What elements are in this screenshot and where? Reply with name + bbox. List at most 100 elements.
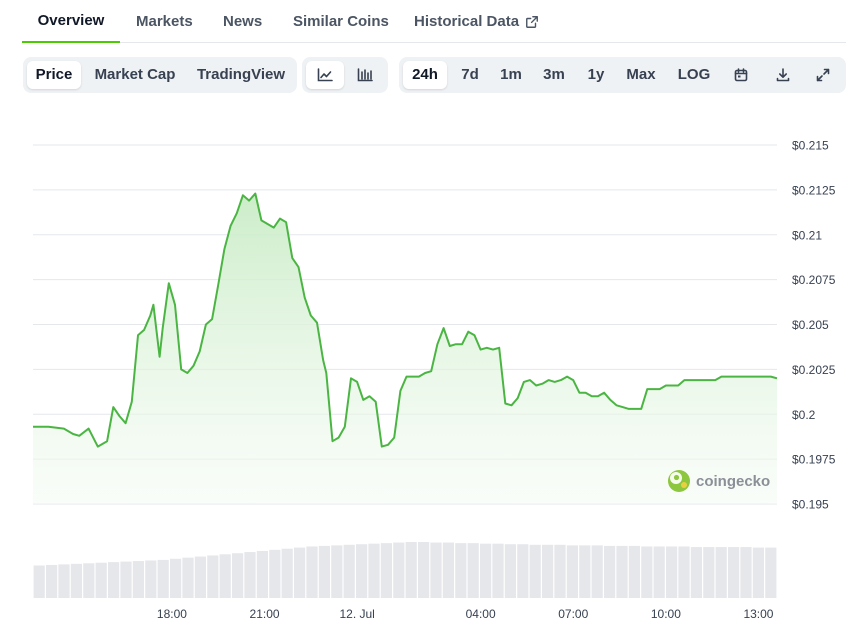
tab-markets[interactable]: Markets [136, 0, 193, 43]
y-tick-label: $0.2075 [792, 273, 836, 287]
volume-bar [628, 545, 640, 598]
y-tick-label: $0.205 [792, 318, 829, 332]
volume-bar [566, 545, 578, 598]
volume-bar [740, 547, 752, 598]
volume-bar [83, 563, 95, 598]
log-scale-button[interactable]: LOG [671, 61, 717, 89]
volume-bar [542, 544, 554, 598]
y-tick-label: $0.2025 [792, 363, 836, 377]
candlestick-chart-icon [357, 68, 373, 82]
range-3m-button[interactable]: 3m [535, 61, 573, 89]
volume-bar [207, 555, 219, 598]
range-24h-button[interactable]: 24h [403, 61, 447, 89]
range-1m-button[interactable]: 1m [493, 61, 529, 89]
volume-bar [529, 544, 541, 598]
price-chart[interactable]: $0.195 $0.1975 $0.2 $0.2025 $0.205 $0.2075 $0.… [0, 100, 859, 642]
volume-bar [653, 546, 665, 598]
volume-bar [356, 544, 368, 598]
volume-bar [517, 544, 529, 598]
volume-bar [232, 553, 244, 598]
tab-overview[interactable]: Overview [22, 0, 120, 43]
x-tick-label: 18:00 [157, 607, 187, 621]
volume-bar [715, 547, 727, 598]
volume-bar [666, 546, 678, 598]
y-tick-label: $0.2 [792, 408, 816, 422]
calendar-button[interactable] [725, 61, 757, 89]
x-tick-label: 12. Jul [339, 607, 374, 621]
volume-bar [256, 550, 268, 598]
y-tick-label: $0.195 [792, 498, 829, 512]
range-1y-button[interactable]: 1y [579, 61, 613, 89]
tab-historical-data[interactable]: Historical Data [414, 0, 539, 43]
fullscreen-button[interactable] [807, 61, 839, 89]
volume-bar [331, 545, 343, 598]
volume-bar [554, 544, 566, 598]
volume-bar [281, 548, 293, 598]
volume-bar [480, 543, 492, 598]
tab-similar-coins[interactable]: Similar Coins [293, 0, 389, 43]
chart-toolbar: Price Market Cap TradingView 24h 7d 1m 3… [0, 57, 859, 93]
chart-type-toggle [302, 57, 388, 93]
price-area-fill [33, 193, 777, 504]
range-max-button[interactable]: Max [619, 61, 663, 89]
volume-bars [33, 542, 777, 598]
volume-bar [765, 547, 777, 598]
volume-bar [393, 542, 405, 598]
volume-bar [455, 543, 467, 598]
volume-bar [405, 542, 417, 598]
volume-bar [343, 544, 355, 598]
tradingview-button[interactable]: TradingView [189, 61, 293, 89]
volume-bar [430, 542, 442, 598]
x-axis-labels: 18:00 21:00 12. Jul 04:00 07:00 10:00 13:00 [157, 607, 774, 621]
price-area [33, 193, 777, 504]
volume-bar [108, 562, 120, 598]
price-button[interactable]: Price [27, 61, 81, 89]
volume-bar [244, 552, 256, 598]
tab-historical-data-label: Historical Data [414, 12, 520, 30]
volume-bar [157, 559, 169, 598]
volume-bar [170, 558, 182, 598]
volume-bar [380, 543, 392, 598]
volume-bar [678, 546, 690, 598]
volume-bar [294, 547, 306, 598]
volume-bar [604, 545, 616, 598]
volume-bar [145, 560, 157, 598]
volume-bar [33, 565, 45, 598]
x-tick-label: 04:00 [466, 607, 496, 621]
y-axis-labels: $0.195 $0.1975 $0.2 $0.2025 $0.205 $0.2075 $0.… [792, 139, 836, 512]
volume-bar [418, 542, 430, 598]
market-cap-button[interactable]: Market Cap [85, 61, 185, 89]
y-tick-label: $0.1975 [792, 453, 836, 467]
tab-bar: Overview Markets News Similar Coins Hist… [22, 0, 846, 43]
line-chart-button[interactable] [306, 61, 344, 89]
data-type-toggle: Price Market Cap TradingView [23, 57, 297, 93]
volume-bar [690, 547, 702, 598]
time-range-toggle: 24h 7d 1m 3m 1y Max LOG [399, 57, 846, 93]
range-7d-button[interactable]: 7d [451, 61, 489, 89]
volume-bar [504, 544, 516, 598]
download-button[interactable] [767, 61, 799, 89]
volume-bar [318, 545, 330, 598]
tab-news[interactable]: News [223, 0, 262, 43]
volume-bar [442, 542, 454, 598]
volume-bar [579, 545, 591, 598]
volume-bar [58, 564, 70, 598]
download-icon [776, 68, 790, 82]
price-chart-svg: $0.195 $0.1975 $0.2 $0.2025 $0.205 $0.2075 $0.… [33, 139, 836, 621]
volume-bar [269, 549, 281, 598]
candlestick-chart-button[interactable] [346, 61, 384, 89]
volume-bar [492, 543, 504, 598]
fullscreen-icon [816, 68, 830, 82]
calendar-icon [734, 68, 748, 82]
line-chart-icon [317, 68, 333, 82]
volume-bar [194, 556, 206, 598]
y-tick-label: $0.2125 [792, 183, 836, 197]
volume-bar [95, 562, 107, 598]
volume-bar [368, 543, 380, 598]
volume-bar [728, 547, 740, 598]
x-tick-label: 21:00 [250, 607, 280, 621]
y-tick-label: $0.21 [792, 228, 822, 242]
volume-bar [120, 561, 132, 598]
x-tick-label: 07:00 [558, 607, 588, 621]
volume-bar [467, 543, 479, 598]
